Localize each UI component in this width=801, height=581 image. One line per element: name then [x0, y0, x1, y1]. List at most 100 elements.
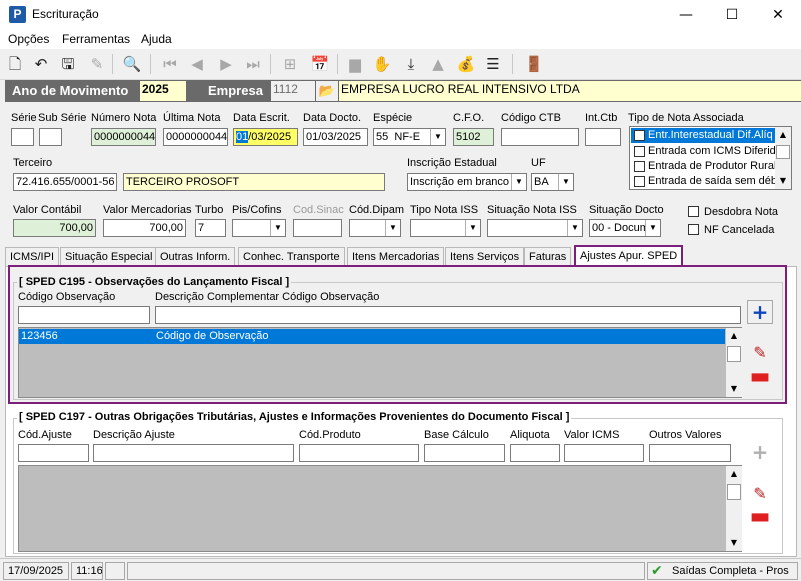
previous-record-icon[interactable]: ◀ [187, 54, 207, 74]
checkbox[interactable] [634, 176, 645, 187]
undo-icon[interactable]: ↶ [31, 54, 51, 74]
hand-icon[interactable]: ✋ [372, 54, 392, 74]
valor-mercadorias-input[interactable]: 700,00 [103, 219, 186, 237]
c197-list[interactable]: ▲ ▼ [18, 465, 742, 552]
chevron-down-icon[interactable]: ▼ [430, 129, 445, 145]
c195-list[interactable]: 123456 Código de Observação ▲ ▼ [18, 327, 742, 398]
preview-icon[interactable]: 🔍 [122, 54, 142, 74]
checkbox[interactable] [634, 146, 645, 157]
remove-icon[interactable]: ▬ [747, 366, 773, 390]
first-record-icon[interactable]: ⏮ [160, 54, 180, 74]
c197-aliquota-input[interactable] [510, 444, 560, 462]
menu-ferramentas[interactable]: Ferramentas [62, 32, 130, 46]
serie-input[interactable] [11, 128, 34, 146]
maximize-button[interactable]: ☐ [709, 2, 755, 28]
close-button[interactable]: ✕ [755, 2, 801, 28]
c195-codigo-input[interactable] [18, 306, 150, 324]
open-folder-icon[interactable]: 📂 [316, 81, 338, 101]
remove-icon[interactable]: ▬ [747, 506, 773, 530]
scroll-down-icon[interactable]: ▼ [775, 173, 791, 189]
scroll-up-icon[interactable]: ▲ [726, 328, 742, 344]
minimize-button[interactable]: — [663, 2, 709, 28]
year-field[interactable]: 2025 [140, 81, 186, 101]
chevron-down-icon[interactable]: ▼ [567, 220, 582, 236]
chevron-down-icon[interactable]: ▼ [645, 220, 660, 236]
turbo-input[interactable]: 7 [195, 219, 226, 237]
c197-base-calculo-input[interactable] [424, 444, 505, 462]
calendar-icon[interactable]: 📅 [310, 54, 330, 74]
tab-faturas[interactable]: Faturas [524, 247, 572, 266]
chevron-down-icon[interactable]: ▼ [465, 220, 480, 236]
tipo-nota-list[interactable]: Entr.Interestadual Dif.Alíq Entrada com … [629, 126, 792, 190]
int-ctb-input[interactable] [585, 128, 621, 146]
menu-ajuda[interactable]: Ajuda [141, 32, 172, 46]
tipo-nota-item-selected[interactable]: Entr.Interestadual Dif.Alíq [631, 128, 775, 143]
c197-descricao-ajuste-input[interactable] [93, 444, 294, 462]
tab-itens-mercadorias[interactable]: Itens Mercadorias [347, 247, 445, 266]
save-icon[interactable]: 🖫 [58, 54, 78, 74]
data-docto-input[interactable]: 01/03/2025 [303, 128, 368, 146]
cod-sinac-input[interactable] [293, 219, 342, 237]
inscricao-select[interactable]: Inscrição em branco ▼ [407, 173, 527, 191]
tab-situacao-especial[interactable]: Situação Especial [60, 247, 158, 266]
add-icon[interactable]: + [747, 300, 773, 324]
especie-select[interactable]: 55 NF-E ▼ [373, 128, 446, 146]
tab-itens-servicos[interactable]: Itens Serviços [445, 247, 525, 266]
scroll-thumb[interactable] [727, 346, 741, 362]
tipo-nota-item[interactable]: Entrada com ICMS Diferido [631, 144, 782, 159]
numero-nota-input[interactable]: 0000000044 [91, 128, 156, 146]
pis-cofins-select[interactable]: ▼ [232, 219, 286, 237]
tab-icms-ipi[interactable]: ICMS/IPI [5, 247, 60, 266]
checkbox[interactable] [634, 161, 645, 172]
chevron-down-icon[interactable]: ▼ [385, 220, 400, 236]
cfo-input[interactable]: 5102 [453, 128, 494, 146]
c197-valor-icms-input[interactable] [564, 444, 644, 462]
tipo-nota-item[interactable]: Entrada de saída sem débi [631, 174, 779, 189]
cod-dipam-select[interactable]: ▼ [349, 219, 401, 237]
subserie-input[interactable] [39, 128, 62, 146]
last-record-icon[interactable]: ⏭ [243, 54, 263, 74]
checkbox[interactable] [634, 130, 645, 141]
desdobra-nota-checkbox[interactable] [688, 206, 699, 217]
add-icon[interactable]: + [747, 441, 773, 465]
tipo-nota-iss-select[interactable]: ▼ [410, 219, 481, 237]
chevron-down-icon[interactable]: ▼ [511, 174, 526, 190]
c197-scrollbar[interactable]: ▲ ▼ [726, 466, 742, 551]
tab-conhec-transporte[interactable]: Conhec. Transporte [238, 247, 345, 266]
tab-outras-inform[interactable]: Outras Inform. [155, 247, 236, 266]
document-list-icon[interactable]: ☰ [483, 54, 503, 74]
tree-icon[interactable]: ⊞ [280, 54, 300, 74]
data-escrit-input[interactable]: 01/03/2025 [233, 128, 298, 146]
delete-icon[interactable]: ✎ [87, 54, 107, 74]
c197-cod-ajuste-input[interactable] [18, 444, 89, 462]
edit-pencil-icon[interactable]: ✎ [747, 342, 773, 366]
scroll-up-icon[interactable]: ▲ [775, 127, 791, 143]
table-row[interactable]: 123456 Código de Observação [19, 329, 725, 344]
c195-scrollbar[interactable]: ▲ ▼ [726, 328, 742, 397]
menu-opcoes[interactable]: Opções [8, 32, 49, 46]
c195-descricao-input[interactable] [155, 306, 741, 324]
tab-ajustes-apur-sped[interactable]: Ajustes Apur. SPED [574, 245, 684, 266]
next-record-icon[interactable]: ▶ [216, 54, 236, 74]
new-document-icon[interactable]: 🗋 [5, 54, 25, 74]
c197-cod-produto-input[interactable] [299, 444, 419, 462]
nf-cancelada-checkbox[interactable] [688, 224, 699, 235]
tipo-nota-scrollbar[interactable]: ▲ ▼ [775, 127, 791, 189]
money-bag-icon[interactable]: 💰 [456, 54, 476, 74]
uf-select[interactable]: BA ▼ [531, 173, 574, 191]
scroll-up-icon[interactable]: ▲ [726, 466, 742, 482]
scroll-thumb[interactable] [776, 145, 790, 159]
terceiro-cnpj-input[interactable]: 72.416.655/0001-56 [13, 173, 117, 191]
scroll-thumb[interactable] [727, 484, 741, 500]
codigo-ctb-input[interactable] [501, 128, 579, 146]
scroll-down-icon[interactable]: ▼ [726, 535, 742, 551]
scroll-down-icon[interactable]: ▼ [726, 381, 742, 397]
valor-contabil-input[interactable]: 700,00 [13, 219, 96, 237]
situacao-nota-iss-select[interactable]: ▼ [487, 219, 583, 237]
ultima-nota-input[interactable]: 0000000044 [163, 128, 228, 146]
company-code-field[interactable]: 1112 [271, 81, 315, 101]
building-icon[interactable]: ▆ [345, 54, 365, 74]
exit-door-icon[interactable]: 🚪 [524, 54, 544, 74]
tipo-nota-item[interactable]: Entrada de Produtor Rural [631, 159, 776, 174]
situacao-docto-select[interactable]: 00 - Documen ▼ [589, 219, 661, 237]
